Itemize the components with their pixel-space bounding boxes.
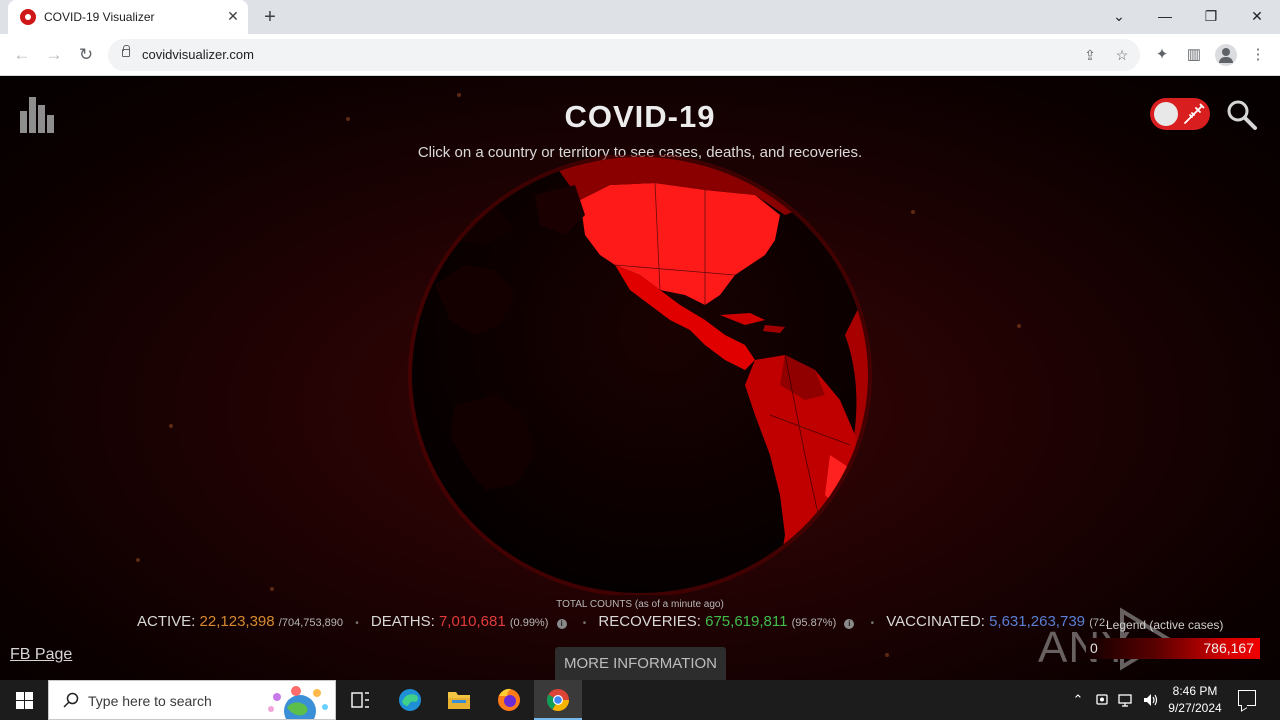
recoveries-percent: (95.87%) — [791, 617, 837, 629]
recoveries-value: 675,619,811 — [705, 613, 788, 630]
legend-min: 0 — [1090, 640, 1098, 656]
page-viewport: COVID-19 Click on a country or territory… — [0, 77, 1280, 680]
search-highlight-art-icon — [268, 686, 328, 719]
stats-bar: ACTIVE: 22,123,398 /704,753,890 • DEATHS… — [137, 613, 1108, 633]
search-icon[interactable] — [1226, 99, 1258, 131]
tab-close-icon[interactable]: ✕ — [224, 7, 242, 25]
minimize-button[interactable]: — — [1142, 0, 1188, 32]
new-tab-button[interactable]: + — [258, 5, 282, 29]
start-button[interactable] — [0, 680, 48, 720]
bookmark-star-icon[interactable]: ☆ — [1112, 45, 1132, 65]
deaths-info-icon[interactable]: i — [556, 619, 567, 629]
recoveries-info-icon[interactable]: i — [844, 619, 855, 629]
tab-strip: COVID-19 Visualizer ✕ + ⌄ — ❐ ✕ — [0, 0, 1280, 34]
browser-toolbar: ← → ↻ covidvisualizer.com ⇪ ☆ ✦ ▥ ⋮ — [0, 34, 1280, 76]
side-panel-icon[interactable]: ▥ — [1183, 44, 1205, 66]
background-particle — [136, 558, 140, 562]
share-icon[interactable]: ⇪ — [1080, 45, 1100, 65]
deaths-percent: (0.99%) — [509, 617, 549, 629]
separator: • — [870, 618, 875, 629]
legend-label: Legend (active cases) — [1106, 618, 1224, 632]
deaths-label: DEATHS: — [370, 613, 435, 630]
tray-overflow-icon[interactable]: ⌃ — [1068, 680, 1088, 720]
lock-icon[interactable] — [122, 45, 130, 57]
close-window-button[interactable]: ✕ — [1234, 0, 1280, 32]
url-text[interactable]: covidvisualizer.com — [142, 47, 254, 62]
meet-now-icon[interactable] — [1093, 680, 1113, 720]
windows-taskbar: Type here to search ⌃ 8:46 PM 9/27/2024 — [0, 680, 1280, 720]
legend-max: 786,167 — [1203, 640, 1254, 656]
search-placeholder: Type here to search — [88, 693, 212, 709]
file-explorer-icon[interactable] — [435, 680, 483, 720]
back-button[interactable]: ← — [9, 42, 35, 68]
vaccination-toggle[interactable] — [1150, 98, 1210, 130]
tab-covid-visualizer[interactable]: COVID-19 Visualizer ✕ — [8, 0, 248, 34]
clock-date: 9/27/2024 — [1168, 701, 1222, 715]
clock-time: 8:46 PM — [1172, 684, 1218, 698]
tab-title: COVID-19 Visualizer — [44, 10, 155, 24]
reload-button[interactable]: ↻ — [73, 42, 99, 68]
volume-icon[interactable] — [1140, 680, 1162, 720]
extensions-icon[interactable]: ✦ — [1151, 44, 1173, 66]
taskbar-search-box[interactable]: Type here to search — [48, 680, 336, 720]
background-particle — [270, 587, 274, 591]
globe-map[interactable] — [405, 155, 875, 595]
background-particle — [885, 653, 889, 657]
separator: • — [582, 618, 587, 629]
profile-avatar-icon[interactable] — [1215, 44, 1237, 66]
toggle-knob — [1154, 102, 1178, 126]
background-particle — [1017, 324, 1021, 328]
syringe-icon — [1184, 103, 1205, 124]
deaths-value: 7,010,681 — [438, 613, 506, 630]
chrome-icon[interactable] — [534, 680, 582, 720]
search-glass-icon — [63, 692, 79, 708]
background-particle — [457, 93, 461, 97]
more-information-button[interactable]: MORE INFORMATION — [555, 647, 726, 680]
task-view-icon[interactable] — [336, 680, 384, 720]
background-particle — [911, 210, 915, 214]
network-icon[interactable] — [1116, 680, 1138, 720]
separator: • — [355, 618, 359, 629]
firefox-icon[interactable] — [485, 680, 533, 720]
page-title: COVID-19 — [564, 99, 716, 134]
browser-menu-icon[interactable]: ⋮ — [1247, 44, 1269, 66]
vaccinated-label: VACCINATED: — [886, 613, 985, 630]
background-particle — [169, 424, 173, 428]
restore-button[interactable]: ❐ — [1188, 0, 1234, 32]
legend-gradient-bar: 0 786,167 — [1086, 638, 1260, 659]
active-label: ACTIVE: — [137, 613, 196, 630]
notifications-icon[interactable] — [1238, 690, 1256, 706]
fb-page-link[interactable]: FB Page — [10, 646, 72, 664]
edge-browser-icon[interactable] — [386, 680, 434, 720]
tab-search-dropdown-icon[interactable]: ⌄ — [1096, 0, 1142, 32]
recoveries-label: RECOVERIES: — [598, 613, 701, 630]
address-bar[interactable]: covidvisualizer.com ⇪ ☆ — [108, 39, 1140, 71]
site-favicon-icon — [20, 9, 36, 25]
active-total: /704,753,890 — [278, 617, 344, 629]
active-value: 22,123,398 — [199, 613, 275, 630]
taskbar-clock[interactable]: 8:46 PM 9/27/2024 — [1160, 683, 1230, 717]
forward-button[interactable]: → — [41, 42, 67, 68]
